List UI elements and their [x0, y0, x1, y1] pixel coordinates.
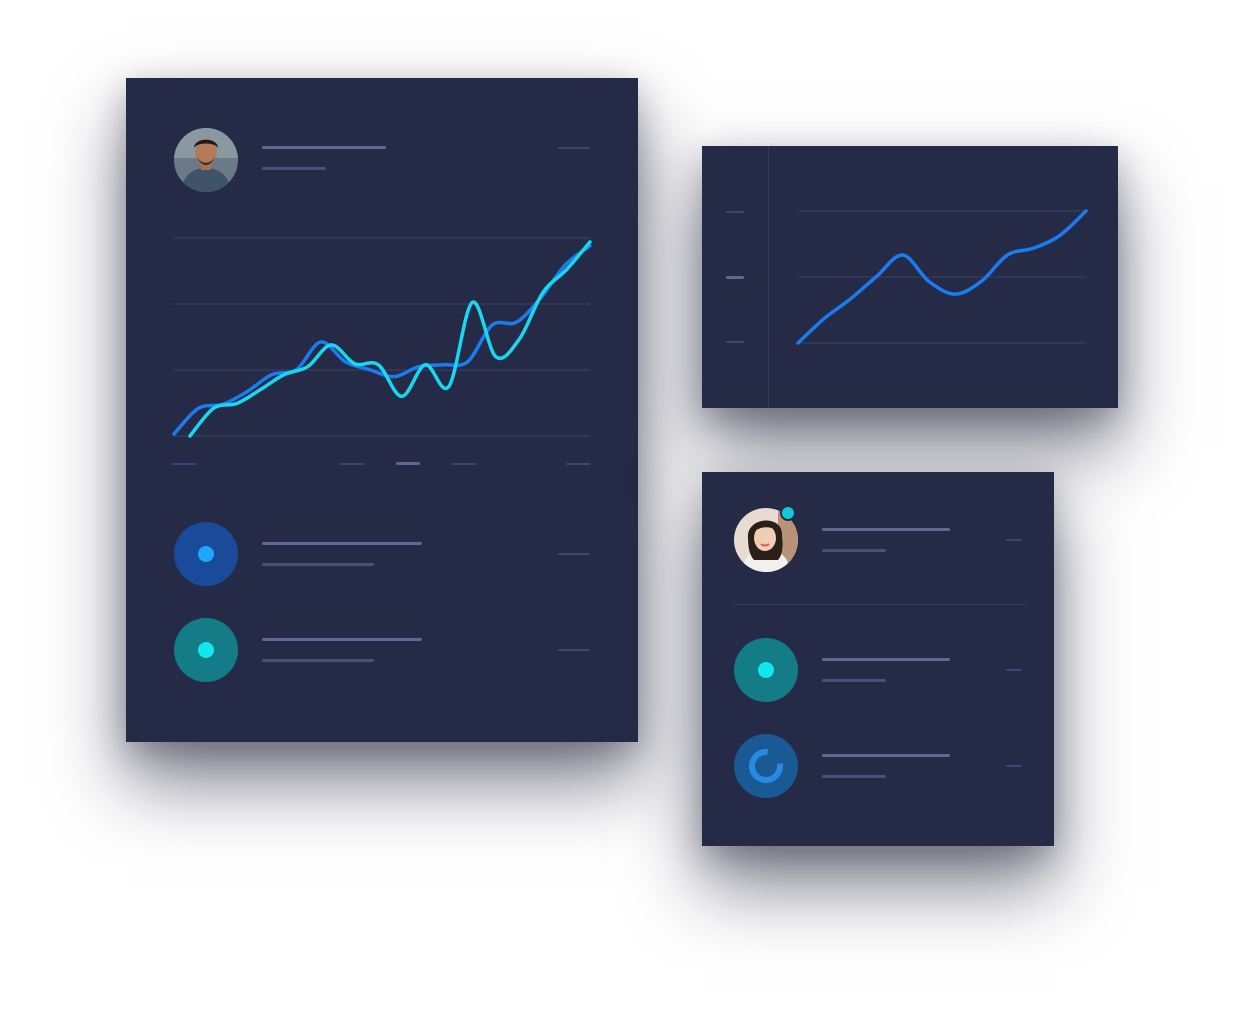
list-item-meta-placeholder — [558, 553, 590, 555]
list-item-subtitle-placeholder — [822, 775, 886, 778]
blue-dot-icon — [198, 546, 214, 562]
list-item-subtitle-placeholder — [262, 659, 374, 662]
list-item-icon-teal[interactable] — [174, 618, 238, 682]
list-item-meta-placeholder — [1006, 765, 1022, 767]
list-item-meta-placeholder — [558, 649, 590, 651]
list-item-title-placeholder — [262, 542, 422, 545]
list-item-title-placeholder — [822, 754, 950, 757]
list-item-title-placeholder — [822, 658, 950, 661]
x-tick-placeholder — [566, 463, 590, 465]
list-item-title-placeholder — [262, 638, 422, 641]
profile-name-placeholder — [822, 528, 950, 531]
teal-dot-icon — [198, 642, 214, 658]
loading-ring-icon — [749, 749, 783, 783]
x-tick-placeholder — [340, 463, 364, 465]
main-analytics-card — [126, 78, 638, 742]
x-tick-active-placeholder[interactable] — [396, 462, 420, 465]
x-tick-placeholder — [172, 463, 196, 465]
trend-chart-card — [702, 146, 1118, 408]
section-divider — [734, 604, 1026, 605]
list-item-meta-placeholder — [1006, 669, 1022, 671]
list-item-icon-ring[interactable] — [734, 734, 798, 798]
online-status-dot — [780, 505, 796, 521]
x-tick-placeholder — [452, 463, 476, 465]
list-item-subtitle-placeholder — [822, 679, 886, 682]
trend-line-chart — [796, 209, 1088, 345]
profile-meta-placeholder — [1006, 539, 1022, 541]
series-line-1 — [172, 244, 592, 436]
list-item-subtitle-placeholder — [262, 563, 374, 566]
profile-subtitle-placeholder — [822, 549, 886, 552]
teal-dot-icon — [758, 662, 774, 678]
list-item-icon-teal[interactable] — [734, 638, 798, 702]
list-item-icon-blue[interactable] — [174, 522, 238, 586]
series-line-2 — [188, 240, 592, 438]
people-list-card — [702, 472, 1054, 846]
